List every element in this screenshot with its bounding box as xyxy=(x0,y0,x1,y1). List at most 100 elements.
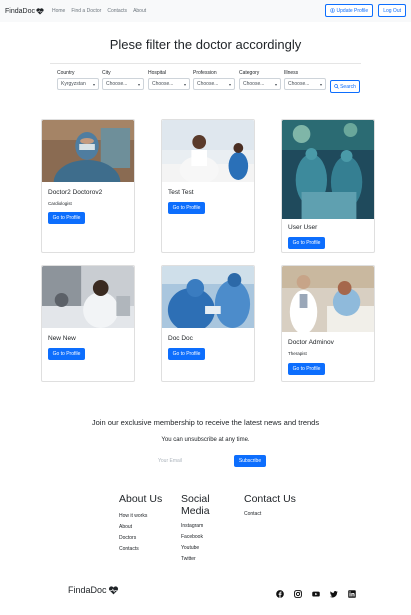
doctor-name: Test Test xyxy=(168,189,194,196)
doctor-card: Doc Doc Go to Profile xyxy=(161,265,255,382)
brand-logo[interactable]: FindaDoc xyxy=(5,8,44,15)
footer-about-column: About Us How it works About Doctors Cont… xyxy=(119,493,162,552)
doctor-card: User User Go to Profile xyxy=(281,119,375,253)
doctor-name: Doctor2 Doctorov2 xyxy=(48,189,103,196)
doctor-name: Doctor Adminov xyxy=(288,339,334,346)
footer-contact-column: Contact Us Contact xyxy=(244,493,296,517)
filter-label-hospital: Hospital xyxy=(148,70,167,76)
chevron-down-icon: ▾ xyxy=(228,81,231,87)
footer-contact-heading: Contact Us xyxy=(244,493,296,505)
go-to-profile-button[interactable]: Go to Profile xyxy=(168,348,205,360)
city-select-value: Choose... xyxy=(106,81,128,87)
chevron-down-icon: ▾ xyxy=(137,81,140,87)
logout-label: Log Out xyxy=(383,7,401,14)
footer-brand-logo[interactable]: FindaDoc xyxy=(68,585,119,595)
footer-link-about[interactable]: About xyxy=(119,524,162,530)
footer-link-contacts[interactable]: Contacts xyxy=(119,546,162,552)
profession-select[interactable]: Choose... ▾ xyxy=(193,78,235,90)
footer-link-youtube[interactable]: Youtube xyxy=(181,545,210,551)
category-select[interactable]: Choose... ▾ xyxy=(239,78,281,90)
filter-label-profession: Profession xyxy=(193,70,217,76)
doctor-photo xyxy=(282,266,374,332)
twitter-icon[interactable] xyxy=(329,589,338,598)
instagram-icon[interactable] xyxy=(293,589,302,598)
newsletter-title: Join our exclusive membership to receive… xyxy=(91,418,320,427)
search-label: Search xyxy=(340,83,356,90)
go-to-profile-button[interactable]: Go to Profile xyxy=(48,348,85,360)
logout-button[interactable]: Log Out xyxy=(378,4,406,17)
go-to-profile-button[interactable]: Go to Profile xyxy=(48,212,85,224)
footer-link-doctors[interactable]: Doctors xyxy=(119,535,162,541)
footer-social-heading-line1: Social xyxy=(181,493,210,505)
subscribe-button[interactable]: Subscribe xyxy=(234,455,266,467)
nav-link-find-doctor[interactable]: Find a Doctor xyxy=(71,8,101,14)
doctor-card: New New Go to Profile xyxy=(41,265,135,382)
doctor-name: Doc Doc xyxy=(168,335,193,342)
hospital-select[interactable]: Choose... ▾ xyxy=(148,78,190,90)
doctor-photo xyxy=(42,120,134,182)
illness-select[interactable]: Choose... ▾ xyxy=(284,78,326,90)
newsletter-subtitle: You can unsubscribe at any time. xyxy=(161,437,250,443)
filter-profession: Profession Choose... ▾ xyxy=(193,70,235,90)
user-circle-icon xyxy=(329,8,335,13)
footer-link-contact[interactable]: Contact xyxy=(244,511,296,517)
page-title: Plese filter the doctor accordingly xyxy=(109,37,302,52)
heart-pulse-icon xyxy=(108,585,118,594)
footer-link-instagram[interactable]: Instagram xyxy=(181,523,210,529)
footer-social-column: Social Media Instagram Facebook Youtube … xyxy=(181,493,210,562)
illness-select-value: Choose... xyxy=(288,81,310,87)
doctor-photo xyxy=(42,266,134,328)
update-profile-label: Update Profile xyxy=(336,7,369,14)
heart-pulse-icon xyxy=(36,7,44,14)
go-to-profile-button[interactable]: Go to Profile xyxy=(168,202,205,214)
doctor-photo xyxy=(162,120,254,182)
category-select-value: Choose... xyxy=(243,81,265,87)
country-select[interactable]: Kyrgyzstan ▾ xyxy=(57,78,99,90)
filter-illness: Illness Choose... ▾ xyxy=(284,70,326,90)
doctor-card: Doctor Adminov Therapist Go to Profile xyxy=(281,265,375,382)
nav-link-contacts[interactable]: Contacts xyxy=(107,8,127,14)
city-select[interactable]: Choose... ▾ xyxy=(102,78,144,90)
update-profile-button[interactable]: Update Profile xyxy=(324,4,374,17)
filter-country: Country Kyrgyzstan ▾ xyxy=(57,70,99,90)
chevron-down-icon: ▾ xyxy=(92,81,95,87)
doctor-photo xyxy=(162,266,254,328)
filter-hospital: Hospital Choose... ▾ xyxy=(148,70,190,90)
footer-link-facebook[interactable]: Facebook xyxy=(181,534,210,540)
footer-about-heading: About Us xyxy=(119,493,163,505)
nav-link-about[interactable]: About xyxy=(133,8,146,14)
footer-social-heading-line2: Media xyxy=(181,505,210,517)
filter-category: Category Choose... ▾ xyxy=(239,70,281,90)
go-to-profile-button[interactable]: Go to Profile xyxy=(288,237,325,249)
filter-label-city: City xyxy=(102,70,111,76)
chevron-down-icon: ▾ xyxy=(274,81,277,87)
navbar: FindaDoc Home Find a Doctor Contacts Abo… xyxy=(0,0,411,22)
footer-brand-name: FindaDoc xyxy=(68,585,107,595)
hospital-select-value: Choose... xyxy=(152,81,174,87)
doctor-name: New New xyxy=(48,335,76,342)
filter-divider xyxy=(50,63,361,64)
doctor-photo xyxy=(282,120,374,219)
footer-link-twitter[interactable]: Twitter xyxy=(181,556,210,562)
youtube-icon[interactable] xyxy=(311,589,320,598)
email-field[interactable]: Your Email xyxy=(154,455,230,467)
nav-links: Home Find a Doctor Contacts About xyxy=(52,8,146,14)
nav-link-home[interactable]: Home xyxy=(52,8,65,14)
doctor-card: Test Test Go to Profile xyxy=(161,119,255,253)
doctor-card: Doctor2 Doctorov2 Cardiologist Go to Pro… xyxy=(41,119,135,253)
chevron-down-icon: ▾ xyxy=(319,81,322,87)
country-select-value: Kyrgyzstan xyxy=(61,81,86,87)
doctor-name: User User xyxy=(288,224,318,231)
linkedin-icon[interactable] xyxy=(347,589,356,598)
profession-select-value: Choose... xyxy=(197,81,219,87)
doctor-specialty: Cardiologist xyxy=(48,201,72,206)
footer-link-how-it-works[interactable]: How it works xyxy=(119,513,162,519)
filter-label-category: Category xyxy=(239,70,260,76)
filter-label-illness: Illness xyxy=(284,70,299,76)
chevron-down-icon: ▾ xyxy=(183,81,186,87)
go-to-profile-button[interactable]: Go to Profile xyxy=(288,363,325,375)
facebook-icon[interactable] xyxy=(275,589,284,598)
doctor-specialty: Therapist xyxy=(288,351,307,356)
search-icon xyxy=(334,84,339,89)
search-button[interactable]: Search xyxy=(330,80,360,93)
